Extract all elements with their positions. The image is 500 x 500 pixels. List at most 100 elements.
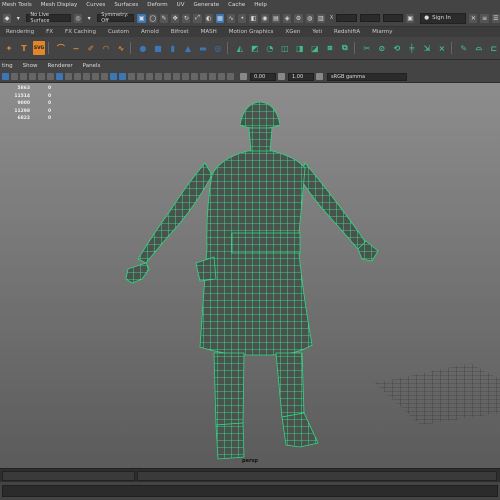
snap-curve-icon[interactable]: ∿	[227, 13, 236, 23]
attach-icon[interactable]: ⧈	[324, 41, 336, 55]
nurbs-torus-icon[interactable]: ◎	[212, 41, 224, 55]
sculpt-icon[interactable]: ✎	[458, 41, 470, 55]
lock-icon[interactable]: ▥	[316, 13, 325, 23]
tab-arnold[interactable]: Arnold	[135, 27, 165, 37]
render-view-icon[interactable]: ▤	[271, 13, 281, 23]
ambient-occlusion-icon[interactable]	[164, 73, 171, 80]
time-slider-track[interactable]	[2, 470, 135, 481]
snap-view-icon[interactable]: ◧	[249, 13, 258, 23]
nurbs-cone-icon[interactable]: ▲	[182, 41, 194, 55]
image-plane-icon[interactable]	[29, 73, 36, 80]
menu-generate[interactable]: Generate	[193, 2, 219, 8]
isolate-select-icon[interactable]	[200, 73, 207, 80]
tab-rendering[interactable]: Rendering	[0, 27, 40, 37]
menu-help[interactable]: Help	[254, 2, 267, 8]
ep-curve-icon[interactable]: ∽	[70, 41, 82, 55]
revolve-icon[interactable]: ◔	[264, 41, 276, 55]
symmetry-dropdown[interactable]: Symmetry: Off	[97, 12, 135, 24]
command-input[interactable]	[2, 485, 498, 497]
anti-alias-icon[interactable]	[182, 73, 189, 80]
tab-mash[interactable]: MASH	[195, 27, 223, 37]
chevron-down-icon[interactable]: ▾	[14, 14, 22, 23]
time-slider[interactable]	[0, 468, 500, 482]
planar-icon[interactable]: ◩	[249, 41, 261, 55]
xray-joints-icon[interactable]	[218, 73, 225, 80]
text-icon[interactable]: T	[18, 41, 30, 55]
project-curve-icon[interactable]: ⇲	[421, 41, 433, 55]
panel-menu-renderer[interactable]: Renderer	[48, 63, 73, 69]
live-surface-dropdown[interactable]: No Live Surface	[26, 12, 71, 24]
rebuild-icon[interactable]: ⟲	[391, 41, 403, 55]
list-icon[interactable]: ☰	[491, 13, 500, 23]
render-icon[interactable]: ◉	[260, 13, 269, 23]
tab-motion-graphics[interactable]: Motion Graphics	[223, 27, 280, 37]
arc-icon[interactable]: ◠	[100, 41, 112, 55]
svg-icon[interactable]: SVG	[33, 41, 46, 55]
menu-uv[interactable]: UV	[177, 2, 185, 8]
motion-blur-icon[interactable]	[173, 73, 180, 80]
tab-yeti[interactable]: Yeti	[306, 27, 328, 37]
fillet-icon[interactable]: ⌓	[473, 41, 485, 55]
exposure-field[interactable]: 0.00	[250, 72, 276, 81]
scale-icon[interactable]: ⤢	[193, 13, 202, 23]
tools-icon[interactable]: ✕	[469, 13, 478, 23]
viewport[interactable]: 5863 0 11514 0 9000 0 11298 0 6822 0 persp	[0, 83, 500, 468]
camera-attributes-icon[interactable]	[11, 73, 18, 80]
panel-menu-lighting[interactable]: ting	[2, 63, 13, 69]
smooth-shade-icon[interactable]	[119, 73, 126, 80]
shadows-icon[interactable]	[155, 73, 162, 80]
sign-in-button[interactable]: ● Sign In	[420, 12, 467, 24]
paint-select-icon[interactable]: ✎	[159, 13, 169, 23]
detach-icon[interactable]: ⧉	[339, 41, 351, 55]
menu-mesh-display[interactable]: Mesh Display	[41, 2, 78, 8]
panel-menu-show[interactable]: Show	[23, 63, 38, 69]
range-slider[interactable]	[137, 470, 497, 481]
ipr-icon[interactable]: ◈	[283, 13, 292, 23]
tab-custom[interactable]: Custom	[102, 27, 135, 37]
y-field[interactable]	[359, 14, 380, 22]
field-chart-icon[interactable]	[92, 73, 99, 80]
x-field[interactable]	[336, 14, 357, 22]
select-icon[interactable]: ▣	[137, 13, 146, 23]
pencil-curve-icon[interactable]: ✐	[85, 41, 97, 55]
nurbs-cylinder-icon[interactable]: ▮	[167, 41, 179, 55]
tab-redshift[interactable]: RedshiftA	[328, 27, 366, 37]
snap-grid-icon[interactable]: ▦	[215, 13, 225, 23]
soft-select-icon[interactable]: ◐	[204, 13, 213, 23]
snap-point-icon[interactable]: •	[238, 13, 247, 23]
gamma-field[interactable]: 1.00	[288, 72, 314, 81]
snap-icon[interactable]: ◎	[73, 13, 83, 23]
grease-pencil-icon[interactable]	[47, 73, 54, 80]
view-transform-dropdown[interactable]: sRGB gamma	[327, 72, 407, 81]
z-field[interactable]	[382, 14, 404, 22]
default-material-icon[interactable]	[128, 73, 135, 80]
trim-icon[interactable]: ✂	[361, 41, 373, 55]
two-d-pan-icon[interactable]	[38, 73, 45, 80]
film-gate-icon[interactable]	[65, 73, 72, 80]
nurbs-sphere-icon[interactable]: ●	[137, 41, 149, 55]
cv-curve-icon[interactable]: ⌒	[55, 41, 67, 55]
gate-mask-icon[interactable]	[83, 73, 90, 80]
tab-xgen[interactable]: XGen	[279, 27, 306, 37]
textured-icon[interactable]	[137, 73, 144, 80]
star-curve-icon[interactable]: ✦	[3, 41, 15, 55]
menu-deform[interactable]: Deform	[147, 2, 167, 8]
safe-action-icon[interactable]	[101, 73, 108, 80]
lighting-icon[interactable]	[146, 73, 153, 80]
move-icon[interactable]: ✥	[171, 13, 180, 23]
chevron-down-icon[interactable]: ▾	[85, 14, 93, 23]
lasso-icon[interactable]: ◯	[148, 13, 157, 23]
panel-toggle-icon[interactable]: ▣	[406, 13, 415, 23]
nurbs-cube-icon[interactable]: ■	[152, 41, 164, 55]
extrude-icon[interactable]: ◨	[294, 41, 306, 55]
panel-menu-panels[interactable]: Panels	[83, 63, 101, 69]
camera-select-icon[interactable]	[2, 73, 9, 80]
tab-bifrost[interactable]: Bifrost	[165, 27, 195, 37]
command-line[interactable]	[0, 482, 500, 500]
menu-cache[interactable]: Cache	[228, 2, 245, 8]
loft-icon[interactable]: ◭	[234, 41, 246, 55]
tab-fx-caching[interactable]: FX Caching	[59, 27, 102, 37]
bezier-icon[interactable]: ∿	[115, 41, 127, 55]
render-settings-icon[interactable]: ⚙	[294, 13, 303, 23]
tab-miarmy[interactable]: Miarmy	[366, 27, 398, 37]
